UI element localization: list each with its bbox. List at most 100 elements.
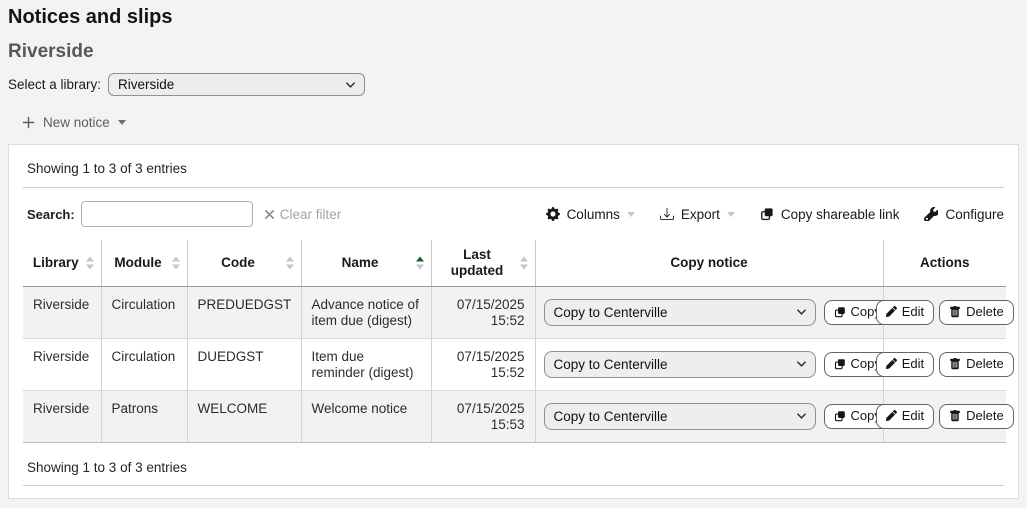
cell-module: Patrons xyxy=(100,390,187,443)
cell-actions: Edit Delete xyxy=(875,390,1014,443)
column-header-module[interactable]: Module xyxy=(100,240,187,287)
copy-to-library-select[interactable]: Copy to Centerville xyxy=(543,402,816,430)
delete-button-label: Delete xyxy=(966,407,1004,423)
library-select[interactable]: Riverside xyxy=(108,73,366,96)
library-subtitle: Riverside xyxy=(8,41,94,62)
cell-actions: Edit Delete xyxy=(875,286,1014,339)
cell-copy-notice: Copy to Centerville Copy xyxy=(534,338,891,391)
delete-button-label: Delete xyxy=(966,303,1004,319)
configure-button[interactable]: Configure xyxy=(924,207,1004,222)
export-label: Export xyxy=(680,206,720,222)
column-header-label: Code xyxy=(221,254,255,270)
edit-notice-button[interactable]: Edit xyxy=(875,403,935,429)
notices-table: Library Module Code Name Last updated Co… xyxy=(23,240,1014,443)
cell-library: Riverside xyxy=(23,286,101,339)
new-notice-button[interactable]: New notice xyxy=(22,115,126,130)
page-header: Notices and slips Riverside Select a lib… xyxy=(0,0,1027,132)
pencil-icon xyxy=(885,358,897,369)
trash-icon xyxy=(949,409,961,422)
edit-notice-button[interactable]: Edit xyxy=(875,299,935,325)
columns-button[interactable]: Columns xyxy=(545,206,635,222)
gear-icon xyxy=(545,207,560,221)
table-row: Riverside Circulation PREDUEDGST Advance… xyxy=(23,286,1014,339)
pencil-icon xyxy=(885,410,897,421)
caret-down-icon xyxy=(117,120,126,125)
delete-notice-button[interactable]: Delete xyxy=(939,403,1014,429)
cell-library: Riverside xyxy=(23,390,101,443)
new-notice-label: New notice xyxy=(43,115,110,130)
delete-notice-button[interactable]: Delete xyxy=(939,299,1014,325)
plus-icon xyxy=(22,116,35,129)
cell-copy-notice: Copy to Centerville Copy xyxy=(534,286,891,339)
column-header-label: Actions xyxy=(919,254,970,270)
edit-button-label: Edit xyxy=(901,355,925,371)
cell-name: Advance notice of item due (digest) xyxy=(300,286,431,339)
column-header-label: Copy notice xyxy=(670,254,748,270)
edit-button-label: Edit xyxy=(901,303,925,319)
search-label: Search: xyxy=(27,206,75,222)
divider xyxy=(23,187,1004,188)
copy-icon xyxy=(834,306,846,318)
sort-icon xyxy=(171,256,180,270)
cell-name: Item due reminder (digest) xyxy=(300,338,431,391)
cell-code: DUEDGST xyxy=(186,338,301,391)
cell-library: Riverside xyxy=(23,338,101,391)
columns-label: Columns xyxy=(566,206,620,222)
column-header-code[interactable]: Code xyxy=(186,240,301,287)
trash-icon xyxy=(949,305,961,318)
clear-filter-button[interactable]: Clear filter xyxy=(264,206,342,222)
x-icon xyxy=(264,209,275,220)
column-header-label: Last updated xyxy=(450,246,504,278)
search-input[interactable] xyxy=(80,201,253,227)
cell-actions: Edit Delete xyxy=(875,338,1014,391)
column-header-label: Module xyxy=(114,254,162,270)
cell-last-updated: 07/15/2025 15:52 xyxy=(430,286,535,339)
delete-button-label: Delete xyxy=(966,355,1004,371)
library-select-row: Select a library: Riverside xyxy=(8,73,1019,96)
configure-label: Configure xyxy=(945,206,1004,222)
column-header-library[interactable]: Library xyxy=(23,240,101,287)
table-info-bottom: Showing 1 to 3 of 3 entries xyxy=(27,459,187,475)
column-header-copy-notice: Copy notice xyxy=(534,240,883,287)
copy-icon xyxy=(760,207,774,221)
cell-module: Circulation xyxy=(100,338,187,391)
table-controls: Search: Clear filter Columns Export Copy… xyxy=(23,201,1004,227)
cell-last-updated: 07/15/2025 15:53 xyxy=(430,390,535,443)
delete-notice-button[interactable]: Delete xyxy=(939,351,1014,377)
copy-to-library-select[interactable]: Copy to Centerville xyxy=(543,350,816,378)
copy-icon xyxy=(834,410,846,422)
cell-copy-notice: Copy to Centerville Copy xyxy=(534,390,891,443)
table-header-row: Library Module Code Name Last updated Co… xyxy=(23,240,1006,287)
sort-icon xyxy=(519,256,528,270)
pencil-icon xyxy=(885,306,897,317)
clear-filter-label: Clear filter xyxy=(279,206,342,222)
cell-module: Circulation xyxy=(100,286,187,339)
wrench-icon xyxy=(924,207,939,221)
export-button[interactable]: Export xyxy=(659,206,735,222)
copy-icon xyxy=(834,358,846,370)
caret-down-icon xyxy=(626,211,635,217)
column-header-name[interactable]: Name xyxy=(300,240,431,287)
cell-code: PREDUEDGST xyxy=(186,286,301,339)
sort-icon xyxy=(85,256,94,270)
table-row: Riverside Patrons WELCOME Welcome notice… xyxy=(23,390,1014,443)
edit-notice-button[interactable]: Edit xyxy=(875,351,935,377)
copy-shareable-link-label: Copy shareable link xyxy=(780,206,900,222)
notices-panel: Showing 1 to 3 of 3 entries Search: Clea… xyxy=(8,144,1019,499)
page-title: Notices and slips xyxy=(8,6,173,28)
column-header-label: Library xyxy=(32,254,79,270)
table-info-top: Showing 1 to 3 of 3 entries xyxy=(27,161,187,176)
column-header-label: Name xyxy=(341,254,379,270)
column-header-actions: Actions xyxy=(882,240,1006,287)
column-header-last-updated[interactable]: Last updated xyxy=(430,240,535,287)
cell-last-updated: 07/15/2025 15:52 xyxy=(430,338,535,391)
cell-code: WELCOME xyxy=(186,390,301,443)
library-select-label: Select a library: xyxy=(8,77,102,92)
sort-asc-icon xyxy=(415,256,424,270)
download-icon xyxy=(659,207,674,221)
caret-down-icon xyxy=(726,211,735,217)
edit-button-label: Edit xyxy=(901,407,925,423)
copy-shareable-link-button[interactable]: Copy shareable link xyxy=(760,206,900,222)
divider xyxy=(23,484,1004,486)
copy-to-library-select[interactable]: Copy to Centerville xyxy=(543,298,816,326)
